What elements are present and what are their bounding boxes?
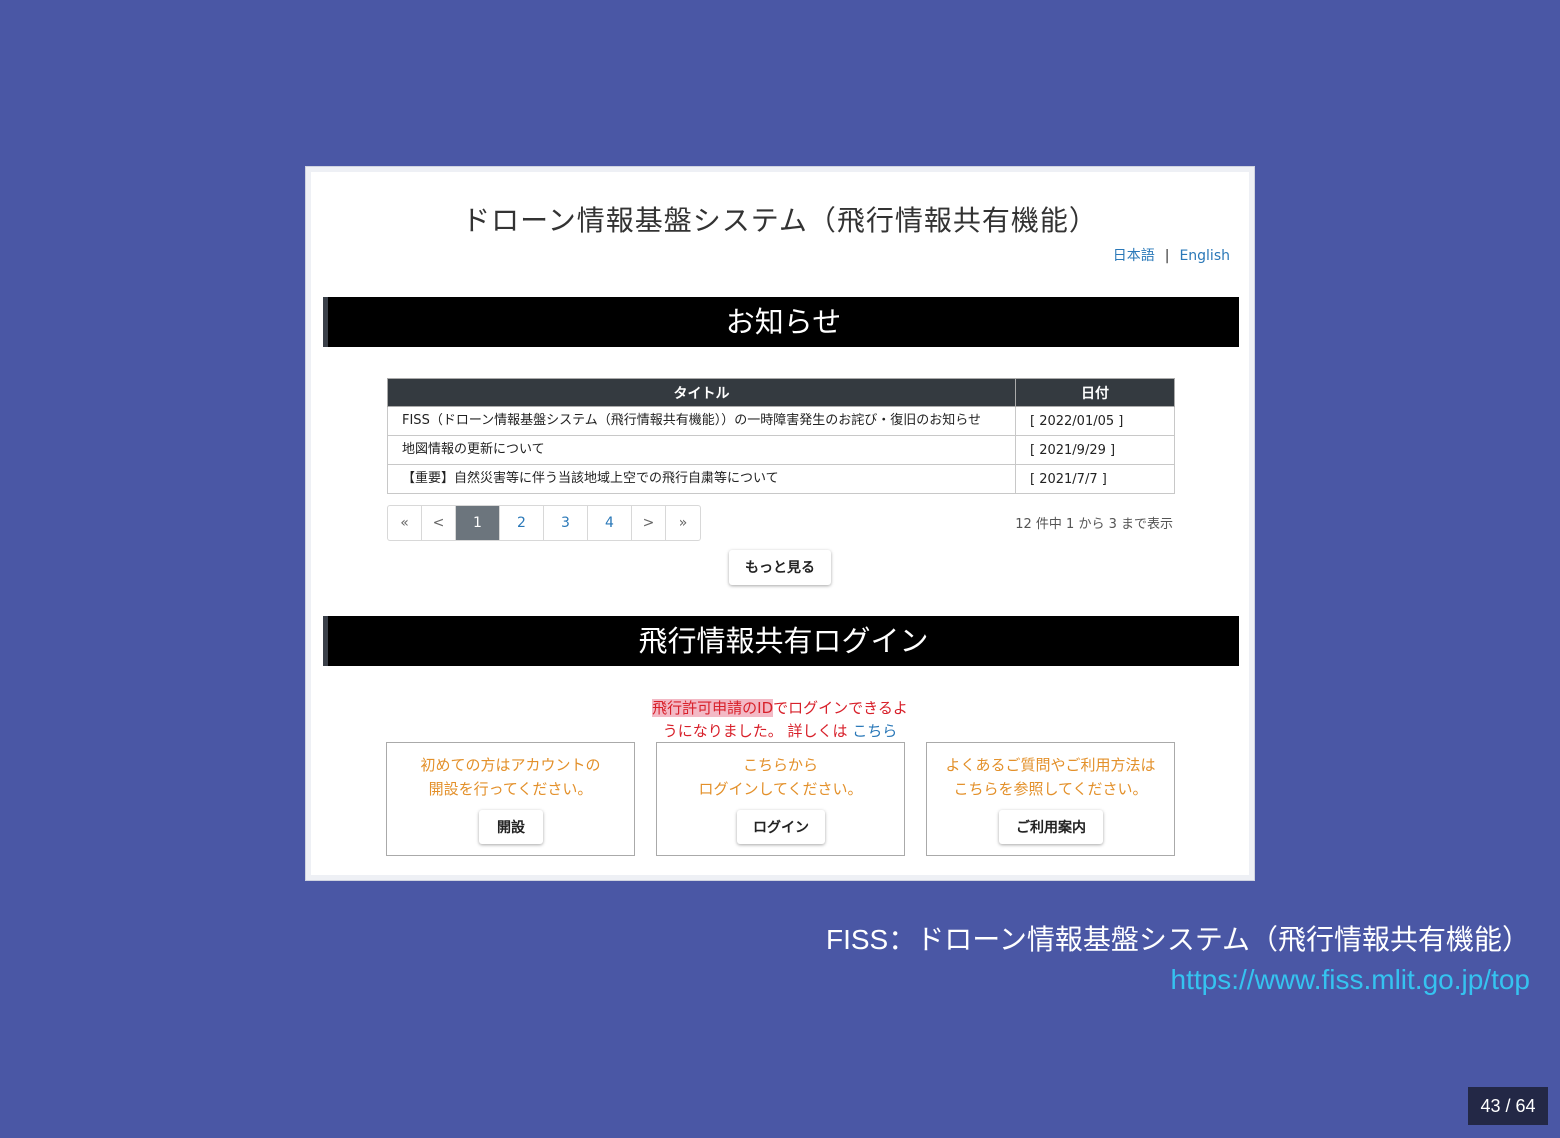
last-page-button[interactable]: »: [666, 506, 700, 540]
notice-heading: お知らせ: [323, 297, 1239, 347]
notice-table: タイトル 日付 FISS（ドローン情報基盤システム（飛行情報共有機能））の一時障…: [387, 378, 1175, 494]
notice-date: [ 2021/9/29 ]: [1015, 435, 1175, 465]
table-row[interactable]: 【重要】自然災害等に伴う当該地域上空での飛行自粛等について [ 2021/7/7…: [387, 464, 1175, 494]
notice-title[interactable]: FISS（ドローン情報基盤システム（飛行情報共有機能））の一時障害発生のお詫び・…: [387, 406, 1016, 436]
lang-japanese-link[interactable]: 日本語: [1113, 248, 1155, 264]
screenshot-frame: ドローン情報基盤システム（飛行情報共有機能） 日本語 | English お知らせ …: [305, 166, 1255, 881]
pagination: « < 1 2 3 4 > »: [387, 505, 701, 541]
notice-title[interactable]: 【重要】自然災害等に伴う当該地域上空での飛行自粛等について: [387, 464, 1016, 494]
open-account-button[interactable]: 開設: [479, 810, 543, 844]
card-text: ログインしてください。: [698, 780, 863, 798]
fiss-page: ドローン情報基盤システム（飛行情報共有機能） 日本語 | English お知らせ …: [312, 173, 1248, 874]
table-row[interactable]: 地図情報の更新について [ 2021/9/29 ]: [387, 435, 1175, 465]
details-link[interactable]: こちら: [852, 722, 897, 740]
caption-text: FISS：ドローン情報基盤システム（飛行情報共有機能）: [826, 924, 1530, 955]
page-3-button[interactable]: 3: [544, 506, 588, 540]
slide-caption: FISS：ドローン情報基盤システム（飛行情報共有機能） https://www.…: [826, 920, 1530, 1000]
lang-separator: |: [1164, 248, 1170, 264]
card-text: 開設を行ってください。: [428, 780, 593, 798]
first-page-button[interactable]: «: [388, 506, 422, 540]
more-button[interactable]: もっと見る: [729, 550, 831, 585]
guide-card: よくあるご質問やご利用方法は こちらを参照してください。 ご利用案内: [926, 742, 1175, 856]
page-4-button[interactable]: 4: [588, 506, 632, 540]
language-switcher: 日本語 | English: [1113, 245, 1230, 265]
account-open-card: 初めての方はアカウントの 開設を行ってください。 開設: [386, 742, 635, 856]
lang-english-link[interactable]: English: [1179, 248, 1230, 264]
user-guide-button[interactable]: ご利用案内: [999, 810, 1103, 844]
page-1-button[interactable]: 1: [456, 506, 500, 540]
notice-title[interactable]: 地図情報の更新について: [387, 435, 1016, 465]
prev-page-button[interactable]: <: [422, 506, 456, 540]
page-2-button[interactable]: 2: [500, 506, 544, 540]
notice-text-2: うになりました。 詳しくは: [662, 722, 853, 740]
slide-page-number: 43 / 64: [1468, 1087, 1548, 1125]
login-card: こちらから ログインしてください。 ログイン: [656, 742, 905, 856]
card-text: 初めての方はアカウントの: [420, 756, 601, 774]
card-text: よくあるご質問やご利用方法は: [945, 756, 1156, 774]
card-text: こちらから: [742, 756, 818, 774]
next-page-button[interactable]: >: [632, 506, 666, 540]
card-text: こちらを参照してください。: [953, 780, 1148, 798]
result-count: 12 件中 1 から 3 まで表示: [1015, 517, 1173, 532]
login-button[interactable]: ログイン: [737, 810, 825, 844]
login-notice: 飛行許可申請のIDでログインできるよ うになりました。 詳しくは こちら: [312, 697, 1248, 743]
column-header-title: タイトル: [387, 378, 1016, 407]
login-heading: 飛行情報共有ログイン: [323, 616, 1239, 666]
notice-text-1: でログインできるよ: [773, 699, 908, 717]
notice-date: [ 2022/01/05 ]: [1015, 406, 1175, 436]
notice-date: [ 2021/7/7 ]: [1015, 464, 1175, 494]
column-header-date: 日付: [1015, 378, 1175, 407]
table-row[interactable]: FISS（ドローン情報基盤システム（飛行情報共有機能））の一時障害発生のお詫び・…: [387, 406, 1175, 436]
notice-highlight: 飛行許可申請のID: [652, 699, 774, 717]
caption-url-link[interactable]: https://www.fiss.mlit.go.jp/top: [826, 960, 1530, 1000]
page-title: ドローン情報基盤システム（飛行情報共有機能）: [462, 204, 1098, 237]
